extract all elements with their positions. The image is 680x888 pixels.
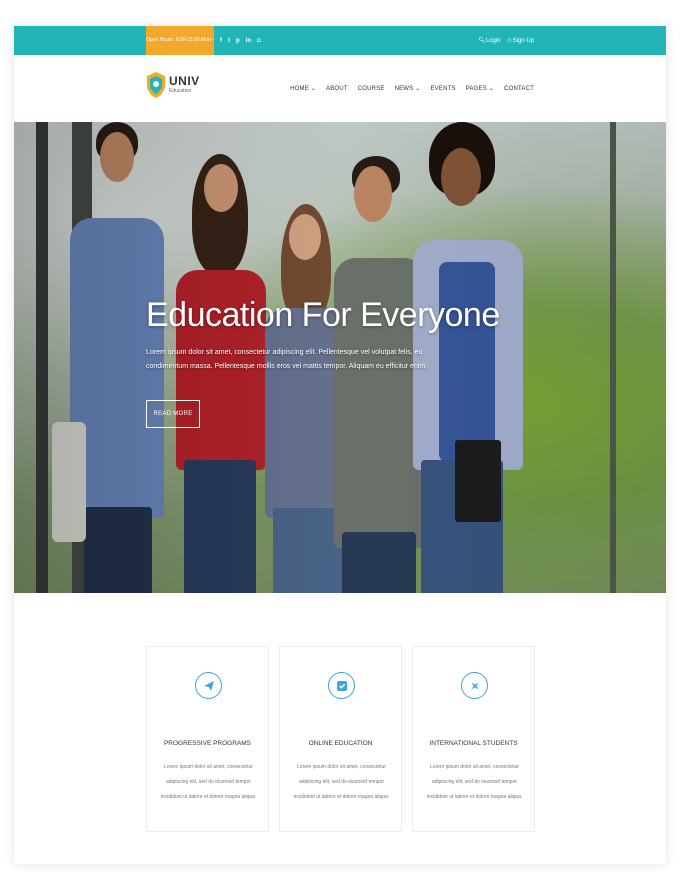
read-more-button[interactable]: READ MORE [146, 400, 200, 428]
feature-description: Lorem ipsum dolor sit amet, consectetur … [160, 764, 257, 800]
feature-title: PROGRESSIVE PROGRAMS [163, 740, 252, 747]
shield-logo-icon [147, 72, 165, 98]
nav-contact[interactable]: CONTACT [504, 86, 534, 92]
chevron-down-icon: ⌄ [310, 86, 317, 92]
nav-news[interactable]: NEWS ⌄ [395, 85, 421, 92]
brand-tagline: Education [169, 88, 192, 94]
feature-icon-circle [461, 672, 488, 699]
nav-home[interactable]: HOME ⌄ [290, 85, 316, 92]
login-link[interactable]: 🔍︎Login [478, 37, 500, 44]
main-nav: HOME ⌄ ABOUT COURSE NEWS ⌄ EVENTS PAGES … [290, 55, 534, 122]
nav-course[interactable]: COURSE [358, 86, 385, 92]
feature-card: PROGRESSIVE PROGRAMS Lorem ipsum dolor s… [146, 646, 269, 832]
auth-links: 🔍︎Login ☺Sign Up [478, 26, 534, 55]
page-frame: Open Hours: 9.00-15.00 Mon - Sat f t p i… [14, 26, 666, 864]
twitter-icon[interactable]: t [228, 38, 230, 44]
login-label: Login [485, 38, 501, 44]
chevron-down-icon: ⌄ [415, 86, 421, 92]
nav-events[interactable]: EVENTS [430, 86, 455, 92]
signup-link[interactable]: ☺Sign Up [507, 38, 535, 44]
brand-name: UNIV [169, 74, 200, 88]
nav-about[interactable]: ABOUT [326, 86, 348, 92]
logo[interactable]: UNIV Education [146, 71, 200, 99]
site-header: UNIV Education HOME ⌄ ABOUT COURSE NEWS … [14, 55, 666, 122]
feature-description: Lorem ipsum dolor sit amet, consectetur … [426, 764, 523, 800]
feature-title: ONLINE EDUCATION [308, 740, 373, 747]
top-bar: Open Hours: 9.00-15.00 Mon - Sat f t p i… [14, 26, 666, 55]
pinterest-icon[interactable]: p [236, 38, 240, 44]
feature-card: ONLINE EDUCATION Lorem ipsum dolor sit a… [279, 646, 402, 832]
signup-label: Sign Up [512, 37, 534, 44]
instagram-icon[interactable]: ◘ [257, 38, 261, 44]
hero-title: Education For Everyone [146, 296, 500, 334]
nav-pages[interactable]: PAGES ⌄ [466, 85, 494, 92]
hero-banner: Education For Everyone Lorem ipsum dolor… [14, 122, 666, 593]
feature-description: Lorem ipsum dolor sit amet, consectetur … [293, 764, 390, 800]
feature-card: INTERNATIONAL STUDENTS Lorem ipsum dolor… [412, 646, 535, 832]
feature-icon-circle [195, 672, 222, 699]
nav-news-label: NEWS [394, 86, 414, 92]
features-section: PROGRESSIVE PROGRAMS Lorem ipsum dolor s… [146, 646, 535, 832]
nav-pages-label: PAGES [465, 86, 487, 92]
airplane-icon [470, 681, 479, 690]
open-hours: Open Hours: 9.00-15.00 Mon - Sat [146, 26, 214, 55]
paper-plane-icon [203, 680, 214, 691]
feature-icon-circle [328, 672, 355, 699]
linkedin-icon[interactable]: in [246, 38, 251, 44]
chevron-down-icon: ⌄ [488, 86, 495, 92]
check-square-icon [336, 680, 347, 691]
nav-home-label: HOME [290, 86, 309, 92]
social-links: f t p in ◘ [220, 26, 261, 55]
feature-title: INTERNATIONAL STUDENTS [429, 740, 518, 747]
facebook-icon[interactable]: f [220, 38, 222, 44]
hero-text: Lorem ipsum dolor sit amet, consectetur … [146, 349, 428, 370]
